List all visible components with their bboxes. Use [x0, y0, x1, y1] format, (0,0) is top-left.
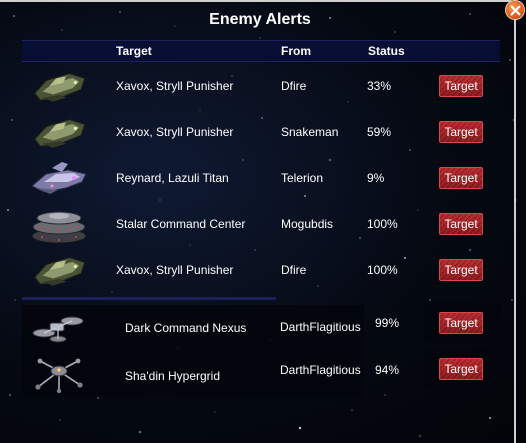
target-button[interactable]: Target: [439, 167, 483, 189]
table-header-bar: [22, 40, 500, 62]
target-button[interactable]: Target: [439, 259, 483, 281]
status-percent: 100%: [367, 217, 398, 231]
column-header-status: Status: [368, 44, 405, 58]
target-name: Reynard, Lazuli Titan: [116, 171, 229, 185]
alert-row: Reynard, Lazuli Titan Telerion 9% Target: [22, 156, 500, 202]
hypergrid-station-icon: [35, 358, 83, 394]
status-percent: 33%: [367, 79, 392, 93]
green-cruiser-ship-icon: [34, 73, 86, 102]
alert-row: Sha'din Hypergrid DarthFlagitious 94% Ta…: [22, 351, 500, 397]
target-name: Xavox, Stryll Punisher: [116, 263, 234, 277]
from-player: Snakeman: [281, 125, 339, 139]
target-name: Xavox, Stryll Punisher: [116, 79, 234, 93]
target-button[interactable]: Target: [439, 121, 483, 143]
target-name: Stalar Command Center: [116, 217, 246, 231]
column-header-target: Target: [116, 44, 152, 58]
from-player: Telerion: [281, 171, 324, 185]
command-center-station-icon: [31, 211, 87, 244]
green-cruiser-ship-icon: [34, 119, 86, 148]
target-name: Sha'din Hypergrid: [125, 369, 221, 383]
column-header-from: From: [281, 44, 311, 58]
status-percent: 94%: [375, 363, 400, 377]
alert-row: Dark Command Nexus DarthFlagitious 99% T…: [22, 305, 500, 351]
alert-row: Xavox, Stryll Punisher Snakeman 59% Targ…: [22, 110, 500, 156]
status-percent: 9%: [367, 171, 385, 185]
window-title: Enemy Alerts: [209, 11, 311, 28]
alert-row: Stalar Command Center Mogubdis 100% Targ…: [22, 202, 500, 248]
status-percent: 100%: [367, 263, 398, 277]
from-player: Dfire: [281, 263, 307, 277]
nexus-station-icon: [32, 316, 84, 343]
target-button[interactable]: Target: [439, 358, 483, 380]
target-name: Dark Command Nexus: [125, 321, 247, 335]
from-player: Dfire: [281, 79, 307, 93]
alert-row: Xavox, Stryll Punisher Dfire 33% Target: [22, 64, 500, 110]
close-button[interactable]: [505, 0, 525, 20]
enemy-alerts-window: Enemy Alerts Target From Status Xavox, S…: [0, 0, 526, 443]
target-button[interactable]: Target: [439, 312, 483, 334]
from-player: DarthFlagitious: [280, 320, 361, 334]
from-player: Mogubdis: [281, 217, 334, 231]
target-button[interactable]: Target: [439, 213, 483, 235]
close-icon: [510, 5, 521, 16]
target-button[interactable]: Target: [439, 75, 483, 97]
status-percent: 99%: [375, 316, 400, 330]
section-divider: [22, 297, 276, 300]
from-player: DarthFlagitious: [280, 363, 361, 377]
target-name: Xavox, Stryll Punisher: [116, 125, 234, 139]
status-percent: 59%: [367, 125, 392, 139]
green-cruiser-ship-icon: [34, 257, 86, 286]
purple-titan-ship-icon: [31, 162, 87, 194]
alert-row: Xavox, Stryll Punisher Dfire 100% Target: [22, 248, 500, 294]
